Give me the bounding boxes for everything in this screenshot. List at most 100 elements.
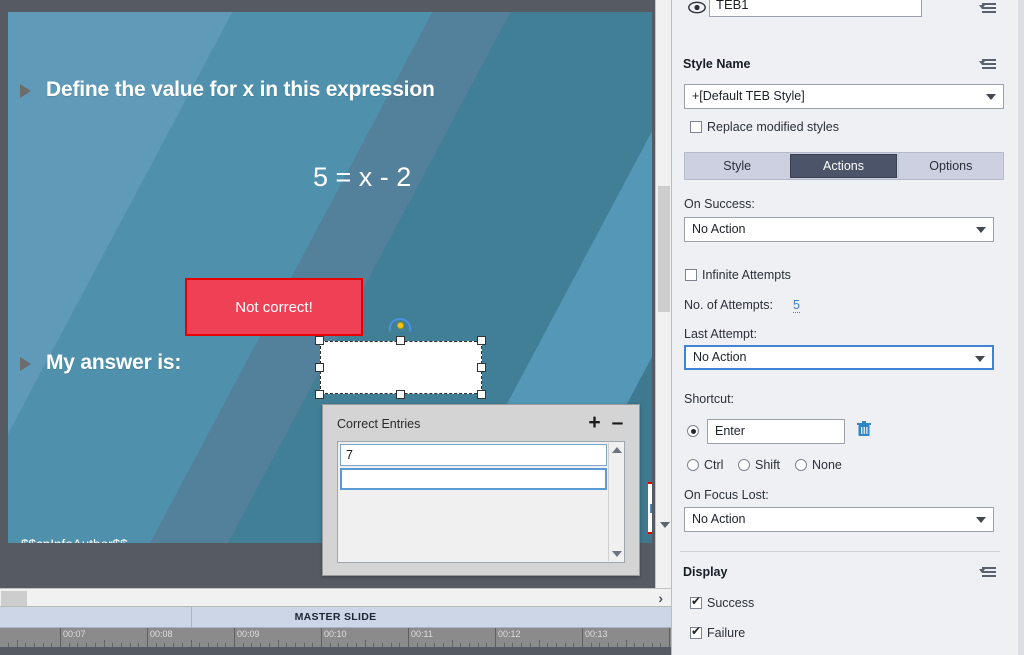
modifier-radio-shift[interactable] bbox=[738, 459, 750, 471]
ruler-tick-label: 00:13 bbox=[585, 629, 608, 639]
ruler-tick-label: 00:11 bbox=[411, 629, 433, 639]
eye-icon[interactable] bbox=[688, 1, 706, 19]
slide-heading-answer[interactable]: My answer is: bbox=[46, 351, 181, 375]
slide-heading-question[interactable]: Define the value for x in this expressio… bbox=[46, 78, 435, 102]
bullet-arrow-icon bbox=[20, 357, 31, 371]
list-item[interactable] bbox=[340, 468, 607, 490]
resize-handle-ne[interactable] bbox=[477, 336, 486, 345]
display-success-checkbox[interactable] bbox=[690, 594, 702, 609]
display-section-title: Display bbox=[683, 565, 728, 579]
timeline-ruler[interactable]: 00:0600:0700:0800:0900:1000:1100:1200:13… bbox=[0, 628, 671, 647]
resize-handle-sw[interactable] bbox=[315, 390, 324, 399]
display-success-label: Success bbox=[707, 596, 755, 610]
failure-caption-box[interactable]: Not correct! bbox=[185, 278, 363, 336]
scroll-down-icon[interactable] bbox=[660, 522, 670, 528]
ruler-tick-label: 00:10 bbox=[324, 629, 347, 639]
attempts-label: No. of Attempts: bbox=[684, 298, 773, 312]
ruler-tick-label: 00:09 bbox=[237, 629, 260, 639]
infinite-attempts-label: Infinite Attempts bbox=[702, 268, 791, 282]
modifier-label-ctrl: Ctrl bbox=[704, 458, 724, 472]
resize-handle-n[interactable] bbox=[396, 336, 405, 345]
resize-handle-w[interactable] bbox=[315, 363, 324, 372]
add-entry-button[interactable]: + bbox=[586, 412, 603, 433]
correct-entries-dialog[interactable]: Correct Entries + – 7 bbox=[322, 404, 640, 576]
resize-handle-e[interactable] bbox=[477, 363, 486, 372]
correct-entries-list[interactable]: 7 bbox=[337, 441, 625, 563]
on-success-select[interactable]: No Action bbox=[684, 217, 994, 242]
on-focus-lost-select[interactable]: No Action bbox=[684, 507, 994, 532]
rotate-handle[interactable] bbox=[397, 322, 404, 329]
on-success-label: On Success: bbox=[684, 197, 755, 211]
modifier-radio-none[interactable] bbox=[795, 459, 807, 471]
resize-handle-s[interactable] bbox=[396, 390, 405, 399]
panel-menu-icon-display[interactable] bbox=[979, 567, 996, 579]
delete-shortcut-icon[interactable] bbox=[857, 421, 871, 442]
text-entry-box[interactable] bbox=[320, 341, 482, 394]
shortcut-radio[interactable] bbox=[687, 425, 699, 437]
infinite-attempts-checkbox[interactable] bbox=[685, 269, 697, 281]
correct-entries-title: Correct Entries bbox=[337, 417, 421, 431]
modifier-label-none: None bbox=[812, 458, 842, 472]
display-failure-checkbox[interactable] bbox=[690, 624, 702, 639]
shortcut-input[interactable]: Enter bbox=[707, 419, 845, 444]
object-name-input[interactable]: TEB1 bbox=[709, 0, 922, 17]
properties-tabbar[interactable]: Style Actions Options bbox=[684, 152, 1004, 180]
application-window: Define the value for x in this expressio… bbox=[0, 0, 1024, 655]
ruler-minor-tick bbox=[451, 640, 453, 647]
last-attempt-value: No Action bbox=[693, 350, 747, 364]
attempts-value-link[interactable]: 5 bbox=[793, 298, 800, 313]
ruler-minor-tick bbox=[364, 640, 366, 647]
chevron-down-icon bbox=[976, 517, 986, 523]
remove-entry-button[interactable]: – bbox=[609, 412, 626, 433]
ruler-minor-tick bbox=[538, 640, 540, 647]
section-divider bbox=[680, 551, 1000, 552]
ruler-tick-label: 00:08 bbox=[150, 629, 173, 639]
modifier-label-shift: Shift bbox=[755, 458, 781, 472]
panel-menu-icon-name[interactable] bbox=[979, 3, 996, 15]
last-attempt-select[interactable]: No Action bbox=[684, 345, 994, 370]
timeline-body bbox=[0, 647, 671, 655]
canvas-vertical-scrollbar[interactable] bbox=[655, 0, 671, 588]
ruler-minor-tick bbox=[103, 640, 105, 647]
ruler-tick-label: 00:12 bbox=[498, 629, 521, 639]
resize-handle-se[interactable] bbox=[477, 390, 486, 399]
resize-handle-nw[interactable] bbox=[315, 336, 324, 345]
style-name-select[interactable]: +[Default TEB Style] bbox=[684, 84, 1004, 109]
offscreen-object-sliver: n bbox=[648, 482, 652, 534]
scrollbar-thumb[interactable] bbox=[1, 591, 27, 606]
tab-style[interactable]: Style bbox=[685, 153, 789, 179]
on-focus-lost-label: On Focus Lost: bbox=[684, 488, 769, 502]
replace-modified-styles-checkbox[interactable] bbox=[690, 121, 702, 133]
next-chevron-icon[interactable]: › bbox=[658, 590, 663, 606]
text-entry-box-selection[interactable] bbox=[315, 336, 486, 399]
replace-modified-styles-label: Replace modified styles bbox=[707, 120, 840, 134]
tab-actions[interactable]: Actions bbox=[790, 154, 897, 178]
canvas-horizontal-scrollbar[interactable]: › bbox=[0, 588, 671, 607]
style-name-value: +[Default TEB Style] bbox=[692, 89, 805, 103]
failure-caption-text: Not correct! bbox=[235, 298, 313, 316]
slide-expression[interactable]: 5 = x - 2 bbox=[313, 162, 411, 193]
master-slide-label: MASTER SLIDE bbox=[294, 611, 377, 623]
ruler-minor-tick bbox=[16, 640, 18, 647]
ruler-minor-tick bbox=[277, 640, 279, 647]
stage-area: Define the value for x in this expressio… bbox=[0, 0, 671, 588]
modifier-radio-ctrl[interactable] bbox=[687, 459, 699, 471]
ruler-tick-label: 00:07 bbox=[63, 629, 86, 639]
scrollbar-thumb[interactable] bbox=[658, 186, 670, 312]
correct-entries-scrollbar[interactable] bbox=[608, 443, 623, 561]
list-item[interactable]: 7 bbox=[340, 444, 607, 466]
on-success-value: No Action bbox=[692, 222, 746, 236]
scroll-up-icon[interactable] bbox=[612, 447, 622, 453]
chevron-down-icon bbox=[976, 227, 986, 233]
ruler-minor-tick bbox=[625, 640, 627, 647]
timeline-master-slide-track[interactable]: MASTER SLIDE bbox=[0, 607, 671, 628]
style-name-section-title: Style Name bbox=[683, 57, 751, 71]
panel-menu-icon-style[interactable] bbox=[979, 59, 996, 71]
shortcut-label: Shortcut: bbox=[684, 392, 735, 406]
tab-options[interactable]: Options bbox=[897, 153, 1003, 179]
chevron-down-icon bbox=[975, 356, 985, 362]
last-attempt-label: Last Attempt: bbox=[684, 327, 757, 341]
author-placeholder-text[interactable]: $$cpInfoAuthor$$ bbox=[21, 537, 128, 543]
scroll-down-icon[interactable] bbox=[612, 551, 622, 557]
panel-scrollbar[interactable] bbox=[1018, 0, 1024, 655]
